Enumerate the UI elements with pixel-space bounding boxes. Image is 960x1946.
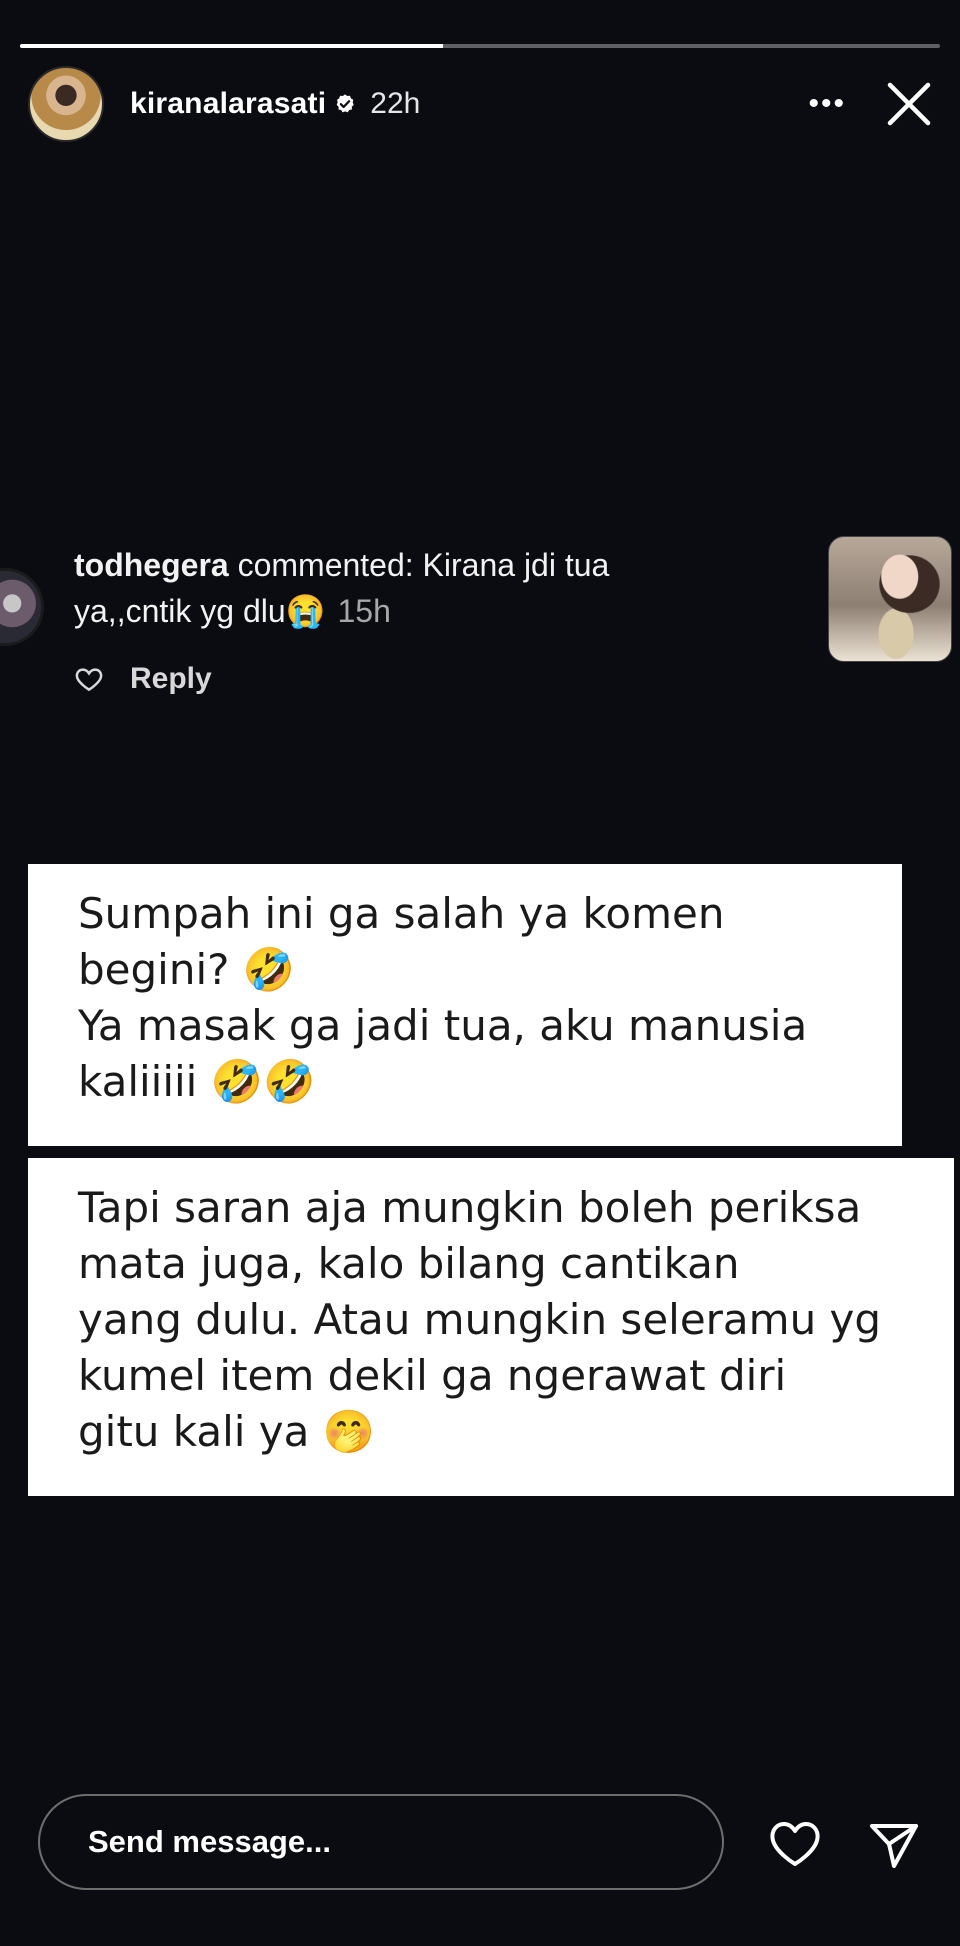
text-line: mata juga, kalo bilang cantikan: [78, 1239, 740, 1288]
text-line: kaliiiii 🤣🤣: [78, 1057, 316, 1106]
send-message-input[interactable]: [86, 1823, 722, 1861]
story-username[interactable]: kiranalarasati: [130, 87, 326, 121]
story-progress-fill: [20, 44, 444, 48]
send-message-field[interactable]: [38, 1794, 724, 1890]
post-thumbnail[interactable]: [828, 536, 952, 662]
reply-button[interactable]: Reply: [130, 662, 212, 696]
story-text-box-1: Sumpah ini ga salah ya komen begini? 🤣 Y…: [28, 864, 902, 1146]
heart-outline-icon[interactable]: [74, 664, 104, 694]
comment-action: commented:: [237, 547, 414, 583]
story-time: 22h: [370, 87, 421, 120]
heart-outline-icon[interactable]: [768, 1818, 822, 1870]
text-line: Tapi saran aja mungkin boleh periksa: [78, 1183, 862, 1232]
more-options-icon[interactable]: •••: [808, 87, 846, 121]
verified-badge-icon: [334, 93, 356, 115]
commenter-avatar[interactable]: [0, 568, 44, 646]
comment-body-line1: Kirana jdi tua: [422, 547, 610, 583]
story-progress-bar: [20, 44, 940, 48]
text-line: yang dulu. Atau mungkin seleramu yg: [78, 1295, 882, 1344]
story-text-box-2: Tapi saran aja mungkin boleh periksa mat…: [28, 1158, 954, 1496]
close-icon[interactable]: [886, 81, 932, 127]
comment-body-line2: ya,,cntik yg dlu😭: [74, 593, 326, 629]
text-line: Ya masak ga jadi tua, aku manusia: [78, 1001, 808, 1050]
comment-sticker[interactable]: todhegera commented: Kirana jdi tua ya,,…: [0, 530, 960, 730]
text-line: Sumpah ini ga salah ya komen: [78, 889, 725, 938]
comment-text: todhegera commented: Kirana jdi tua ya,,…: [74, 542, 764, 634]
story-header: kiranalarasati 22h •••: [28, 66, 932, 142]
text-line: gitu kali ya 🤭: [78, 1407, 376, 1456]
paper-plane-icon[interactable]: [868, 1820, 920, 1870]
comment-actions: Reply: [74, 662, 212, 696]
text-line: begini? 🤣: [78, 945, 296, 994]
commenter-username[interactable]: todhegera: [74, 547, 229, 583]
comment-time: 15h: [337, 593, 391, 629]
text-line: kumel item dekil ga ngerawat diri: [78, 1351, 787, 1400]
user-avatar[interactable]: [28, 66, 104, 142]
